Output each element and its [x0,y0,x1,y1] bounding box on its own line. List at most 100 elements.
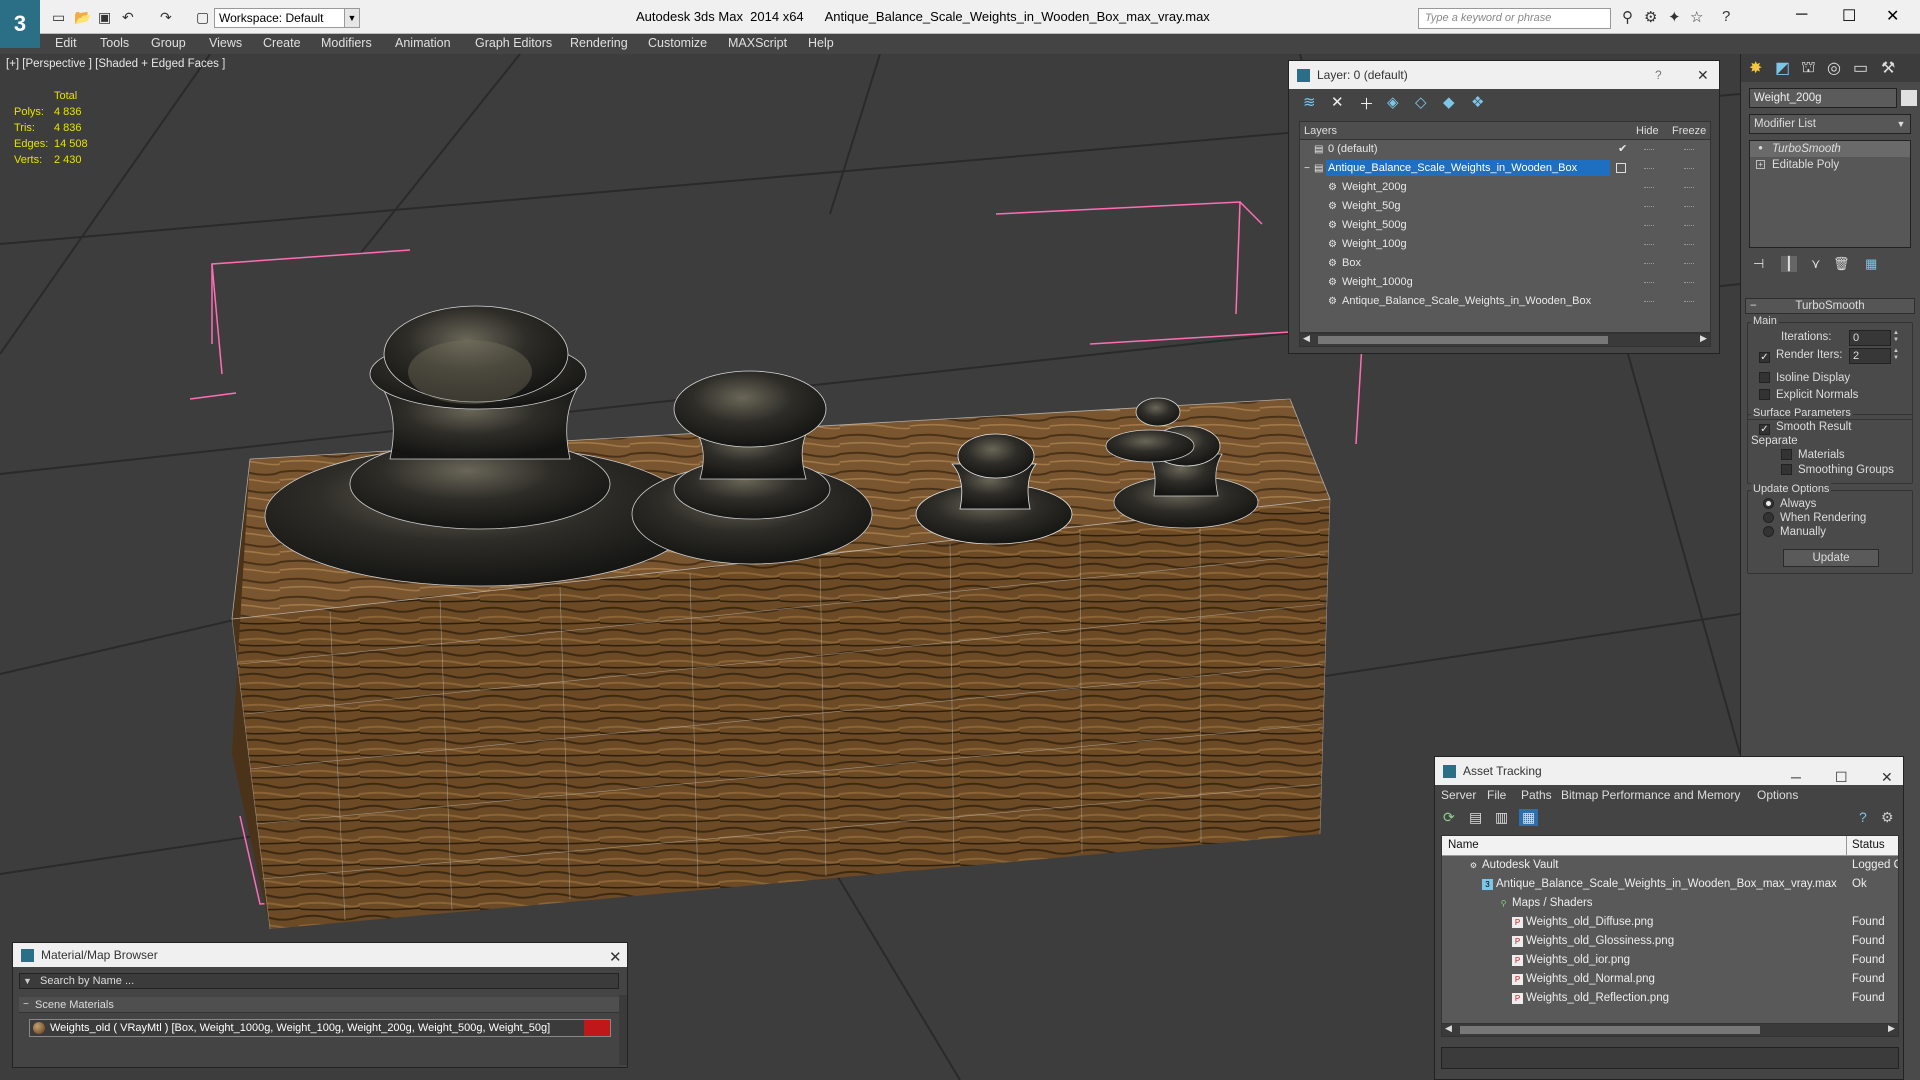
checkbox[interactable] [1759,372,1770,383]
checkbox[interactable]: ✓ [1759,352,1770,363]
scrollbar-thumb[interactable] [1318,336,1608,344]
hide-toggle[interactable] [1644,282,1654,283]
asset-row[interactable]: 3 Antique_Balance_Scale_Weights_in_Woode… [1442,875,1898,894]
hide-toggle[interactable] [1644,206,1654,207]
material-item[interactable]: Weights_old ( VRayMtl ) [Box, Weight_100… [29,1019,611,1037]
menu-create[interactable]: Create [263,36,301,50]
layer-row[interactable]: ⚙ Weight_1000g [1300,273,1710,292]
menu-animation[interactable]: Animation [395,36,451,50]
filter-dropdown-icon[interactable]: ▼ [23,974,32,988]
checkbox[interactable]: ✓ [1759,424,1770,435]
utilities-tab-icon[interactable]: ⚒ [1881,58,1895,78]
asset-row[interactable]: P Weights_old_Glossiness.png Found [1442,932,1898,951]
always-radio[interactable]: Always [1763,498,1816,510]
hide-all-icon[interactable]: ◆ [1443,93,1455,111]
motion-tab-icon[interactable]: ◎ [1827,58,1841,78]
material-search-input[interactable]: ▼ Search by Name ... [19,973,619,989]
isoline-display-checkbox[interactable]: Isoline Display [1759,372,1850,384]
rollout-header[interactable]: − TurboSmooth [1745,298,1915,314]
asset-panel-title[interactable]: Asset Tracking ─ ☐ ✕ [1435,757,1903,785]
asset-row[interactable]: ⚙ Autodesk Vault Logged O [1442,856,1898,875]
help-icon[interactable]: ? [1859,809,1867,825]
minimize-icon[interactable]: ─ [1796,6,1807,24]
scroll-left-icon[interactable]: ◀ [1303,333,1310,344]
communication-center-icon[interactable]: ✦ [1668,8,1681,26]
modifier-list-dropdown[interactable]: Modifier List [1749,114,1911,134]
checkbox[interactable] [1781,464,1792,475]
render-iters-spinner[interactable]: 2 [1849,348,1891,364]
menu-options[interactable]: Options [1757,788,1798,802]
menu-rendering[interactable]: Rendering [570,36,628,50]
menu-file[interactable]: File [1487,788,1506,802]
menu-bitmap-performance[interactable]: Bitmap Performance and Memory [1561,788,1740,802]
project-folder-icon[interactable]: ▢ [196,9,209,26]
hide-toggle[interactable] [1644,187,1654,188]
checkbox[interactable] [1759,389,1770,400]
horizontal-scrollbar[interactable]: ◀ ▶ [1441,1023,1899,1037]
asset-row[interactable]: P Weights_old_ior.png Found [1442,951,1898,970]
layer-row[interactable]: ▤ 0 (default) ✔ [1300,140,1710,159]
object-color-swatch[interactable] [1901,90,1917,106]
menu-graph-editors[interactable]: Graph Editors [475,36,552,50]
when-rendering-radio[interactable]: When Rendering [1763,512,1866,524]
chevron-down-icon[interactable]: ▼ [1891,114,1911,134]
subscription-icon[interactable]: ⚙ [1644,8,1657,26]
remove-modifier-icon[interactable]: 🗑 [1833,256,1850,272]
layer-row[interactable]: ⚙ Antique_Balance_Scale_Weights_in_Woode… [1300,292,1710,311]
binoculars-icon[interactable]: ⚲ [1622,8,1633,26]
layer-row[interactable]: − ▤ Antique_Balance_Scale_Weights_in_Woo… [1300,159,1710,178]
menu-help[interactable]: Help [808,36,834,50]
spinner-arrows-icon[interactable]: ▲ ▼ [1891,330,1901,346]
vertical-scrollbar[interactable] [619,995,627,1065]
render-iters-checkbox[interactable]: ✓ Render Iters: [1759,349,1842,363]
workspace-dropdown[interactable]: Workspace: Default [214,8,359,28]
hierarchy-tab-icon[interactable]: ⛫ [1801,58,1816,78]
column-freeze[interactable]: Freeze [1672,125,1706,137]
freeze-toggle[interactable] [1684,282,1694,283]
help-icon[interactable]: ? [1655,61,1662,89]
freeze-toggle[interactable] [1684,244,1694,245]
create-tab-icon[interactable]: ✸ [1749,58,1762,78]
hide-toggle[interactable] [1644,244,1654,245]
smoothing-groups-checkbox[interactable]: Smoothing Groups [1781,464,1894,476]
checkbox[interactable] [1781,449,1792,460]
smooth-result-checkbox[interactable]: ✓ Smooth Result [1759,421,1851,435]
radio-button[interactable] [1763,526,1774,537]
material-panel-title[interactable]: Material/Map Browser ✕ [13,943,627,967]
active-layer-checkmark-icon[interactable]: ✔ [1618,140,1627,159]
maximize-icon[interactable]: ☐ [1842,6,1856,26]
hide-toggle[interactable] [1644,263,1654,264]
materials-checkbox[interactable]: Materials [1781,449,1845,461]
asset-row[interactable]: P Weights_old_Normal.png Found [1442,970,1898,989]
highlight-layer-icon[interactable]: ◇ [1415,93,1427,111]
hide-toggle[interactable] [1644,168,1654,169]
column-status[interactable]: Status [1852,839,1885,851]
viewport-label[interactable]: [+] [Perspective ] [Shaded + Edged Faces… [6,58,225,70]
open-file-icon[interactable]: 📂 [74,9,91,26]
show-end-result-icon[interactable]: ┃ [1781,256,1797,272]
freeze-toggle[interactable] [1684,225,1694,226]
settings-icon[interactable]: ⚙ [1881,809,1894,826]
collapse-icon[interactable]: − [1750,299,1757,313]
freeze-toggle[interactable] [1684,206,1694,207]
menu-edit[interactable]: Edit [55,36,77,50]
scene-materials-group[interactable]: − Scene Materials [19,997,619,1013]
asset-row[interactable]: P Weights_old_Diffuse.png Found [1442,913,1898,932]
iterations-spinner[interactable]: 0 [1849,330,1891,346]
add-to-layer-icon[interactable]: ＋ [1359,93,1374,114]
freeze-all-icon[interactable]: ❖ [1471,93,1484,111]
stack-item-editable-poly[interactable]: + Editable Poly [1750,157,1910,173]
hide-toggle[interactable] [1644,225,1654,226]
configure-sets-icon[interactable]: ▦ [1865,256,1877,272]
app-logo-icon[interactable]: 3 [0,0,40,48]
column-layers[interactable]: Layers [1304,125,1337,137]
create-layer-icon[interactable]: ≋ [1303,93,1316,111]
tree-view-icon[interactable]: ▥ [1495,809,1508,826]
bulb-icon[interactable]: ● [1756,144,1765,153]
layer-row[interactable]: ⚙ Weight_100g [1300,235,1710,254]
undo-icon[interactable]: ↶ [122,9,134,26]
new-file-icon[interactable]: ▭ [52,9,65,26]
collapse-icon[interactable]: − [23,997,29,1013]
hide-toggle[interactable] [1644,301,1654,302]
freeze-toggle[interactable] [1684,263,1694,264]
